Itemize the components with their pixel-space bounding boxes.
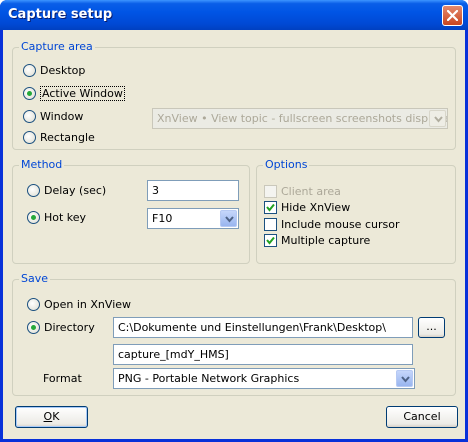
filename-input[interactable]: capture_[mdY_HMS] xyxy=(113,344,413,365)
radio-desktop[interactable]: Desktop xyxy=(23,62,85,78)
format-label: Format xyxy=(43,372,82,385)
radio-directory-label: Directory xyxy=(44,320,95,334)
checkmark-icon xyxy=(266,236,275,245)
delay-input[interactable]: 3 xyxy=(147,180,239,201)
hotkey-select-arrow[interactable] xyxy=(220,210,237,227)
format-select-value: PNG - Portable Network Graphics xyxy=(118,372,300,385)
save-label: Save xyxy=(19,272,51,285)
radio-window-circle[interactable] xyxy=(23,109,36,123)
delay-input-value: 3 xyxy=(152,184,159,197)
directory-input-value: C:\Dokumente und Einstellungen\Frank\Des… xyxy=(118,321,386,334)
checkbox-client-area[interactable]: Client area xyxy=(264,183,341,199)
window-select-arrow[interactable] xyxy=(429,110,446,127)
checkbox-hide-xnview-box[interactable] xyxy=(264,200,277,214)
checkbox-client-area-label: Client area xyxy=(281,184,341,198)
capture-setup-window: Capture setup Capture area Desktop Activ… xyxy=(0,0,468,442)
capture-area-label: Capture area xyxy=(19,40,95,53)
radio-open-xnview-label: Open in XnView xyxy=(44,297,132,311)
browse-button-label: ... xyxy=(426,320,437,333)
checkmark-icon xyxy=(266,203,275,212)
checkbox-multiple-capture[interactable]: Multiple capture xyxy=(264,232,370,248)
cancel-button[interactable]: Cancel xyxy=(386,406,458,428)
radio-hotkey-circle[interactable] xyxy=(27,210,40,224)
radio-active-window[interactable]: Active Window xyxy=(23,85,125,101)
close-button[interactable] xyxy=(442,5,463,26)
checkbox-include-cursor-box[interactable] xyxy=(264,217,277,231)
radio-desktop-circle[interactable] xyxy=(23,63,36,77)
filename-input-value: capture_[mdY_HMS] xyxy=(118,348,229,361)
format-select-arrow[interactable] xyxy=(396,370,413,387)
radio-rectangle-circle[interactable] xyxy=(23,130,36,144)
radio-open-xnview-circle[interactable] xyxy=(27,297,40,311)
window-select[interactable]: XnView • View topic - fullscreen screens… xyxy=(152,108,448,129)
dialog-client-area: Capture area Desktop Active Window Windo… xyxy=(3,30,465,439)
radio-active-window-circle[interactable] xyxy=(23,86,36,100)
radio-rectangle[interactable]: Rectangle xyxy=(23,129,95,145)
chevron-down-icon xyxy=(434,116,443,123)
checkbox-multiple-capture-box[interactable] xyxy=(264,233,277,247)
radio-hotkey-label: Hot key xyxy=(44,210,87,224)
browse-button[interactable]: ... xyxy=(418,317,445,338)
chevron-down-icon xyxy=(225,216,234,223)
close-icon xyxy=(447,10,458,21)
title-bar[interactable]: Capture setup xyxy=(0,0,468,30)
save-group: Save Open in XnView Directory C:\Dokumen… xyxy=(12,272,456,396)
checkbox-hide-xnview[interactable]: Hide XnView xyxy=(264,199,350,215)
ok-button-label: K xyxy=(52,410,60,423)
radio-delay-circle[interactable] xyxy=(27,183,40,197)
checkbox-client-area-box[interactable] xyxy=(264,184,277,198)
radio-hotkey[interactable]: Hot key xyxy=(27,209,86,225)
window-title: Capture setup xyxy=(8,7,113,22)
radio-active-window-label: Active Window xyxy=(40,85,125,101)
hotkey-select-value: F10 xyxy=(152,212,173,225)
radio-delay[interactable]: Delay (sec) xyxy=(27,182,106,198)
cancel-button-label: Cancel xyxy=(403,410,441,423)
ok-button[interactable]: OK xyxy=(15,406,88,428)
chevron-down-icon xyxy=(401,376,410,383)
hotkey-select[interactable]: F10 xyxy=(147,208,239,229)
radio-window[interactable]: Window xyxy=(23,108,83,124)
radio-desktop-label: Desktop xyxy=(40,63,86,77)
checkbox-include-cursor[interactable]: Include mouse cursor xyxy=(264,216,399,232)
radio-delay-label: Delay (sec) xyxy=(44,183,107,197)
radio-window-label: Window xyxy=(40,109,84,123)
window-select-value: XnView • View topic - fullscreen screens… xyxy=(157,112,448,125)
method-label: Method xyxy=(19,158,65,171)
radio-open-xnview[interactable]: Open in XnView xyxy=(27,296,131,312)
ok-button-accel: O xyxy=(43,410,53,423)
checkbox-include-cursor-label: Include mouse cursor xyxy=(281,217,400,231)
options-group: Options Client area Hide XnView Include … xyxy=(256,158,456,264)
radio-directory[interactable]: Directory xyxy=(27,319,95,335)
directory-input[interactable]: C:\Dokumente und Einstellungen\Frank\Des… xyxy=(113,317,413,338)
options-label: Options xyxy=(263,158,310,171)
method-group: Method Delay (sec) 3 Hot key F10 xyxy=(12,158,250,264)
checkbox-multiple-capture-label: Multiple capture xyxy=(281,233,371,247)
format-select[interactable]: PNG - Portable Network Graphics xyxy=(113,368,415,389)
capture-area-group: Capture area Desktop Active Window Windo… xyxy=(12,40,456,150)
radio-directory-circle[interactable] xyxy=(27,320,40,334)
checkbox-hide-xnview-label: Hide XnView xyxy=(281,200,351,214)
radio-rectangle-label: Rectangle xyxy=(40,130,95,144)
